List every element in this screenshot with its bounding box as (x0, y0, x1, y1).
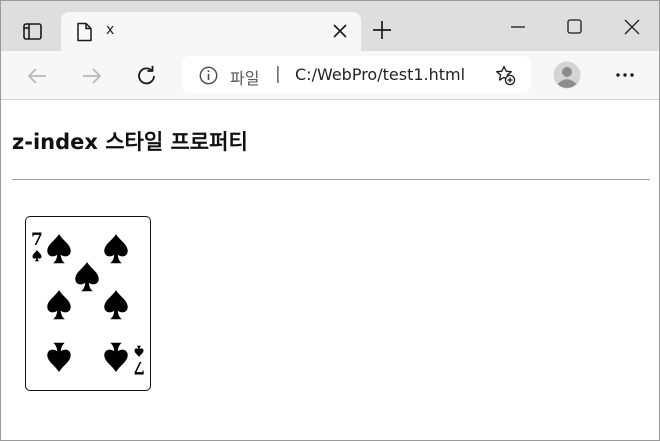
spade-pip-icon (47, 290, 71, 320)
seven-of-spades-card: 7 7 (25, 216, 151, 391)
close-window-icon[interactable] (620, 15, 644, 39)
url-text[interactable]: C:/WebPro/test1.html (295, 65, 465, 84)
reload-icon[interactable] (135, 64, 159, 88)
new-tab-icon[interactable] (371, 19, 393, 41)
spade-pip-icon (75, 262, 99, 292)
corner-spade-icon (134, 345, 144, 357)
corner-spade-icon (32, 250, 42, 262)
site-label: 파일 (230, 69, 260, 88)
horizontal-rule (12, 179, 650, 180)
card-rank-bottom: 7 (133, 357, 145, 377)
page-content: z-index 스타일 프로퍼티 7 7 (1, 100, 659, 440)
tab-strip: x (1, 1, 659, 51)
card-rank-top: 7 (31, 230, 43, 250)
browser-window: x 파일 | C:/WebPro/test1.html z-index 스타일 … (0, 0, 660, 441)
forward-icon[interactable] (80, 64, 104, 88)
active-tab[interactable]: x (61, 12, 361, 51)
tab-close-icon[interactable] (331, 22, 349, 40)
maximize-icon[interactable] (563, 15, 587, 39)
spade-pip-icon (47, 342, 71, 372)
add-favorite-icon[interactable] (494, 64, 516, 86)
spade-pip-icon (104, 342, 128, 372)
address-bar[interactable]: 파일 | C:/WebPro/test1.html (182, 56, 531, 93)
more-menu-icon[interactable] (613, 65, 637, 85)
minimize-icon[interactable] (506, 15, 530, 39)
spade-pip-icon (104, 234, 128, 264)
browser-toolbar: 파일 | C:/WebPro/test1.html (1, 51, 659, 100)
profile-avatar-icon[interactable] (553, 61, 581, 89)
address-separator: | (275, 64, 281, 84)
page-title: z-index 스타일 프로퍼티 (12, 130, 248, 154)
document-icon (77, 22, 92, 42)
spade-pip-icon (47, 234, 71, 264)
tab-actions-icon[interactable] (15, 14, 49, 48)
card-face: 7 7 (31, 230, 145, 377)
tab-title: x (106, 22, 115, 38)
back-icon[interactable] (25, 64, 49, 88)
spade-pip-icon (104, 290, 128, 320)
info-icon[interactable] (199, 66, 218, 85)
